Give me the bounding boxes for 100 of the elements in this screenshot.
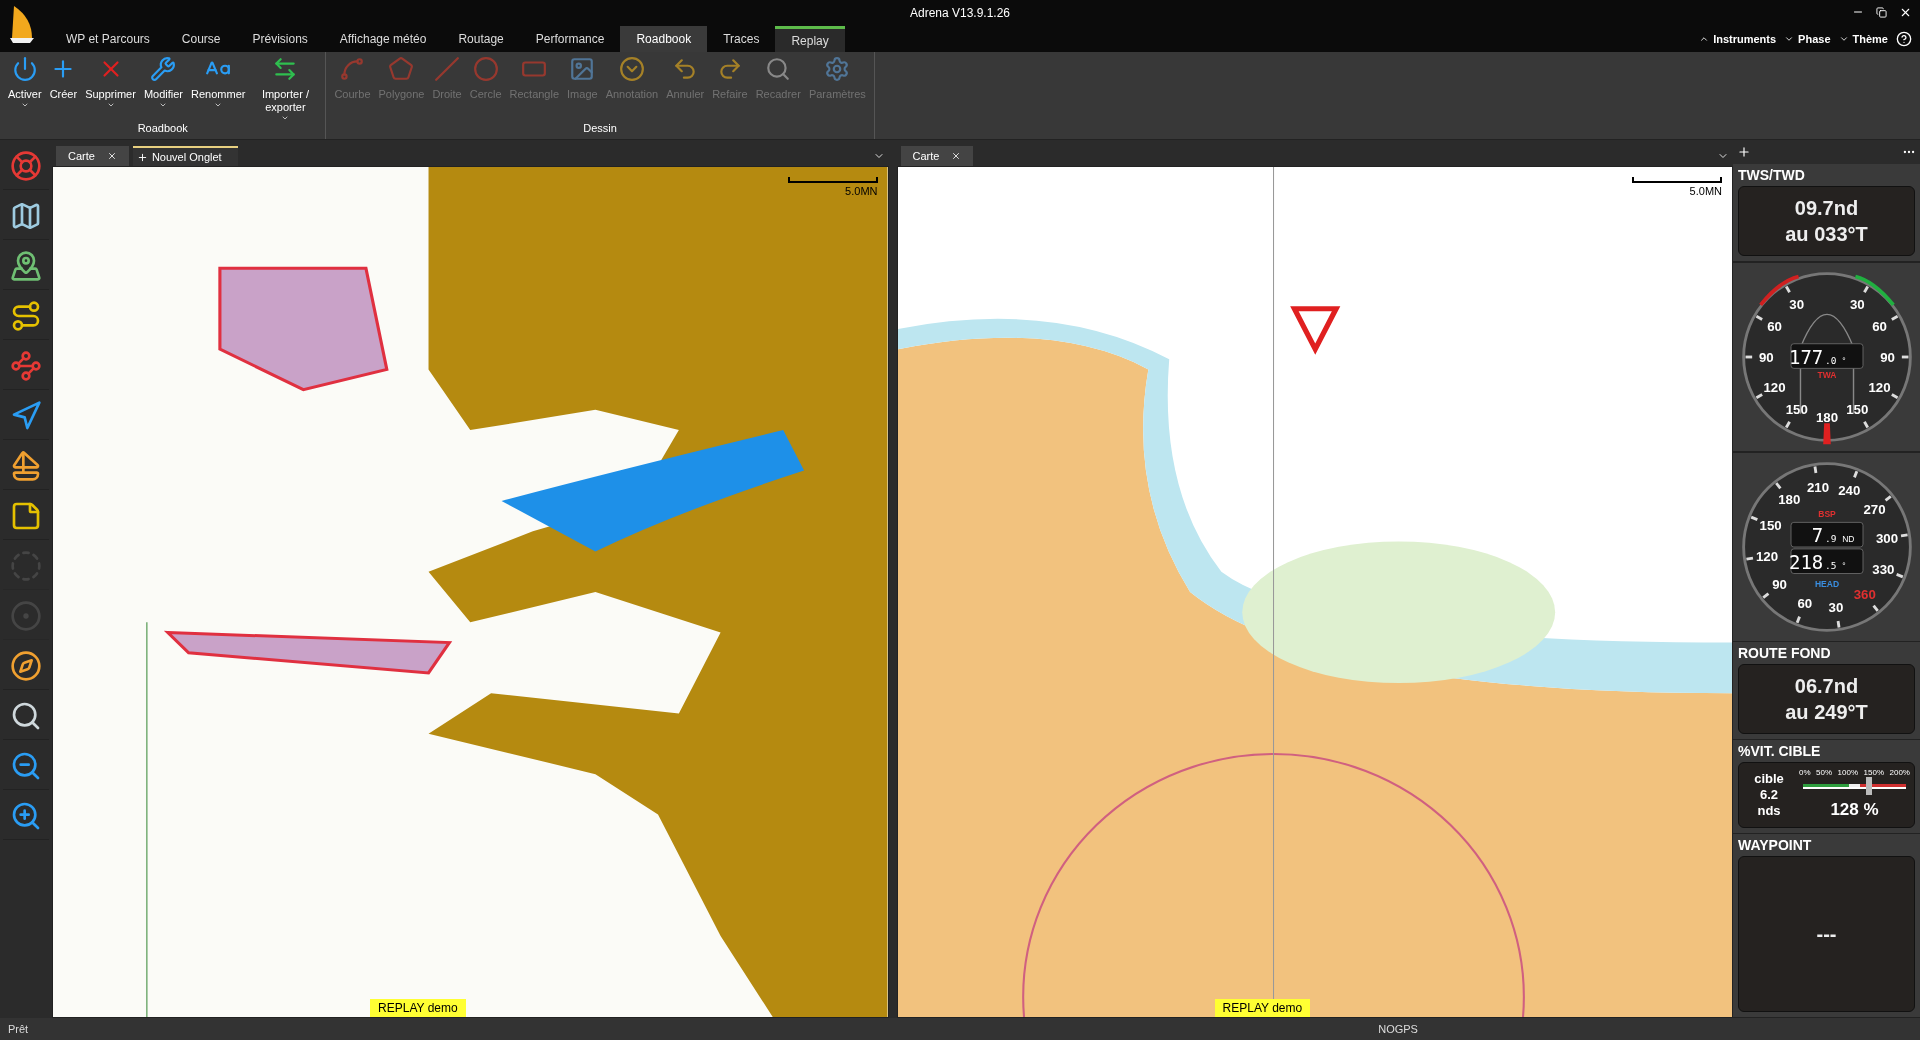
caret-icon <box>106 101 115 109</box>
add-icon[interactable] <box>1737 145 1751 159</box>
group-label: Dessin <box>582 121 618 136</box>
close-icon[interactable] <box>951 151 962 161</box>
ribbon-tab[interactable]: Affichage météo <box>323 26 443 52</box>
ribbon-tab[interactable]: Roadbook <box>620 26 708 52</box>
dial-label: 330 <box>1871 561 1894 577</box>
dial-label: 30 <box>1828 599 1843 615</box>
instrument-display: --- <box>1738 856 1915 1012</box>
restricted-zone[interactable] <box>163 630 453 675</box>
sailboat-icon <box>10 449 42 482</box>
magnifier-icon <box>765 56 792 82</box>
decimal-reading: .9 <box>1824 533 1836 545</box>
caret-icon <box>1784 34 1795 44</box>
compass-icon <box>10 649 42 682</box>
restricted-zone[interactable] <box>218 266 389 392</box>
ribbon-tab[interactable]: WP et Parcours <box>50 26 166 52</box>
needle-icon <box>1822 423 1831 445</box>
unit-label: ND <box>1841 534 1854 545</box>
menu-dropdown[interactable]: Thème <box>1838 30 1888 48</box>
dial-label: 30 <box>1849 297 1865 313</box>
gps-status: NOGPS <box>1378 1021 1418 1037</box>
wrench-icon <box>150 56 177 82</box>
scale-label: 50% <box>1816 767 1833 779</box>
replay-banner: REPLAY demo <box>1214 999 1311 1017</box>
ribbon-tab[interactable]: Traces <box>707 26 776 52</box>
lifebuoy-icon <box>10 149 42 182</box>
window-title: Adrena V13.9.1.26 <box>909 5 1011 22</box>
close-icon[interactable] <box>106 151 117 161</box>
dial-label: 150 <box>1785 402 1808 418</box>
ribbon-tab[interactable]: Performance <box>519 26 621 52</box>
scale-label: 0% <box>1799 767 1811 779</box>
target-speed: cible 6.2 nds <box>1753 770 1785 820</box>
decimal-reading: .5 <box>1824 559 1836 571</box>
unit-label: ° <box>1841 355 1846 366</box>
dial-label: 60 <box>1796 596 1812 612</box>
dial-label: 210 <box>1806 479 1829 495</box>
dial-label: 180 <box>1815 410 1838 426</box>
ribbon-button[interactable]: Créer <box>45 56 82 101</box>
ribbon-tab[interactable]: Prévisions <box>236 26 324 52</box>
image-icon <box>569 56 596 82</box>
ribbon-tab[interactable]: Routage <box>442 26 520 52</box>
dial-label: 240 <box>1837 483 1860 499</box>
dial-label: 60 <box>1766 319 1782 335</box>
scale-label: 200% <box>1889 767 1910 779</box>
document-tab[interactable]: Carte <box>56 146 129 166</box>
ribbon-button[interactable]: Supprimer <box>81 56 140 109</box>
plus-icon <box>136 151 148 163</box>
dashed-circle-icon <box>10 549 42 582</box>
annotation-icon <box>618 56 645 82</box>
navigation-icon <box>10 399 42 432</box>
dial-label: 360 <box>1853 587 1876 603</box>
dial-label: 120 <box>1867 380 1891 396</box>
reading-label: BSP <box>1817 508 1836 519</box>
gauge-reading: 128 % <box>1829 799 1880 821</box>
digital-reading: 177 <box>1788 345 1823 368</box>
ribbon-tab[interactable]: Course <box>165 26 237 52</box>
waypoints-icon <box>10 349 42 382</box>
dial-label: 120 <box>1762 380 1786 396</box>
ribbon-tab[interactable]: Replay <box>775 26 845 52</box>
dial-label: 150 <box>1759 517 1782 533</box>
dial-label: 90 <box>1879 349 1895 365</box>
document-tab[interactable]: Carte <box>900 146 974 166</box>
help-icon[interactable] <box>1896 31 1912 47</box>
menu-dropdown[interactable]: Instruments <box>1699 30 1777 48</box>
dial-label: 30 <box>1788 297 1804 313</box>
power-icon <box>11 56 38 82</box>
ribbon-button[interactable]: Renommer <box>187 56 250 109</box>
dial-label: 180 <box>1777 492 1800 508</box>
caret-icon <box>20 101 29 109</box>
instrument-title: ROUTE FOND <box>1738 644 1832 663</box>
caret-icon <box>1699 34 1710 44</box>
ribbon-button[interactable]: Modifier <box>139 56 187 109</box>
dial-label: 300 <box>1875 530 1898 546</box>
triangle-marker[interactable] <box>1289 306 1340 355</box>
menu-dropdown[interactable]: Phase <box>1784 30 1831 48</box>
group-label: Roadbook <box>136 121 189 136</box>
reading-label: TWA <box>1817 369 1836 380</box>
curve-icon <box>339 56 366 82</box>
scale-label: 5.0MN <box>1689 184 1722 199</box>
circle-icon <box>472 56 499 82</box>
instrument-display: 06.7nd au 249°T <box>1738 664 1915 734</box>
unit-label: ° <box>1841 560 1846 571</box>
new-tab-button[interactable]: Nouvel Onglet <box>132 146 238 166</box>
ribbon-button[interactable]: Importer / exporter <box>249 56 322 122</box>
dial-label: 120 <box>1755 548 1778 564</box>
reading-label: HEAD <box>1814 578 1839 589</box>
target-icon <box>10 599 42 632</box>
map-pin-icon <box>10 249 42 282</box>
digital-reading: 7 <box>1811 524 1823 547</box>
instrument-title: TWS/TWD <box>1738 166 1806 185</box>
caret-icon <box>214 101 223 109</box>
instrument-title: %VIT. CIBLE <box>1738 742 1822 761</box>
dial-label: 90 <box>1758 349 1774 365</box>
polygon-icon <box>388 56 415 82</box>
dial-label: 60 <box>1871 319 1887 335</box>
restore-icon[interactable] <box>1876 6 1887 18</box>
caret-icon <box>159 101 168 109</box>
ribbon-button[interactable]: Activer <box>4 56 46 109</box>
scale-label: 5.0MN <box>845 184 878 199</box>
